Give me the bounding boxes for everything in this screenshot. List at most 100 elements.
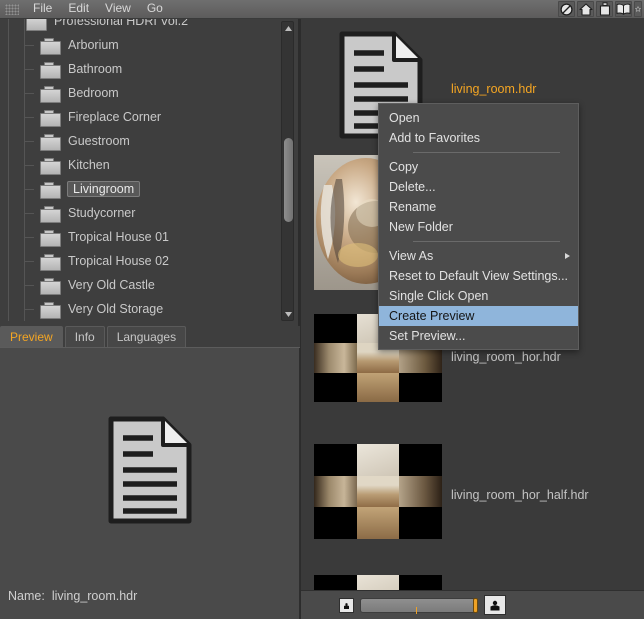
tree-branch-line — [24, 117, 34, 118]
container-icon[interactable] — [596, 1, 613, 17]
file-name-label[interactable]: living_room.hdr — [451, 82, 536, 96]
menu-view[interactable]: View — [97, 0, 139, 18]
toolbar-icons — [558, 1, 644, 17]
folder-icon — [40, 37, 61, 55]
triangle-down-icon[interactable] — [282, 308, 295, 320]
context-menu-item-label: View As — [389, 249, 434, 263]
grip-dots-icon[interactable] — [5, 3, 19, 15]
tree-branch-line — [24, 237, 34, 238]
document-icon — [108, 416, 192, 524]
context-menu[interactable]: Open Add to Favorites Copy Delete... Rename N… — [378, 103, 579, 350]
tree-item-guestroom[interactable]: Guestroom — [0, 129, 283, 153]
cross-cubemap-image-partial[interactable] — [314, 575, 442, 590]
bottom-tab-bar: Preview Info Languages — [0, 326, 300, 348]
folder-tree-panel[interactable]: Professional HDRI Vol.2 Arborium Bathroom… — [0, 19, 300, 326]
home-icon[interactable] — [577, 1, 594, 17]
tree-branch-line — [24, 45, 34, 46]
folder-icon — [26, 19, 47, 31]
menu-file[interactable]: File — [25, 0, 60, 18]
tree-branch-line — [24, 165, 34, 166]
file-name-label[interactable]: living_room_hor_half.hdr — [451, 488, 589, 502]
context-menu-item-new-folder[interactable]: New Folder — [379, 217, 578, 237]
context-menu-separator — [413, 152, 560, 153]
tree-branch-line — [24, 261, 34, 262]
context-menu-item-rename[interactable]: Rename — [379, 197, 578, 217]
tree-branch-line — [24, 141, 34, 142]
folder-icon — [40, 205, 61, 223]
tree-item-fireplace-corner[interactable]: Fireplace Corner — [0, 105, 283, 129]
tree-item-very-old-storage[interactable]: Very Old Storage — [0, 297, 283, 321]
submenu-arrow-icon — [565, 253, 570, 259]
tree-scrollbar[interactable] — [281, 21, 294, 321]
tree-item-label: Livingroom — [67, 181, 141, 197]
preview-name-row: Name: living_room.hdr — [8, 589, 137, 603]
tree-item-label: Tropical House 02 — [68, 254, 169, 268]
tree-item-label: Guestroom — [68, 134, 130, 148]
context-menu-item-label: Set Preview... — [389, 329, 466, 343]
folder-icon — [40, 253, 61, 271]
context-menu-item-create-preview[interactable]: Create Preview — [379, 306, 578, 326]
thumbnail-size-slider[interactable] — [360, 597, 478, 614]
preview-name-value: living_room.hdr — [51, 589, 138, 603]
tree-item-tropical-house-02[interactable]: Tropical House 02 — [0, 249, 283, 273]
context-menu-item-reset-to-default-view-settings[interactable]: Reset to Default View Settings... — [379, 266, 578, 286]
tree-root-item[interactable]: Professional HDRI Vol.2 — [0, 19, 283, 33]
context-menu-item-delete[interactable]: Delete... — [379, 177, 578, 197]
tree-branch-line — [24, 189, 34, 190]
tree-item-label: Bathroom — [68, 62, 123, 76]
tree-branch-line — [24, 213, 34, 214]
tree-item-tropical-house-01[interactable]: Tropical House 01 — [0, 225, 283, 249]
tab-languages[interactable]: Languages — [106, 326, 187, 347]
file-list-item[interactable]: living_room_hor_half.hdr — [301, 444, 644, 544]
folder-icon — [40, 109, 61, 127]
tree-item-bathroom[interactable]: Bathroom — [0, 57, 283, 81]
folder-icon — [40, 301, 61, 319]
context-menu-item-open[interactable]: Open — [379, 108, 578, 128]
tab-preview[interactable]: Preview — [0, 326, 63, 347]
context-menu-item-label: Add to Favorites — [389, 131, 481, 145]
context-menu-item-copy[interactable]: Copy — [379, 157, 578, 177]
menu-edit[interactable]: Edit — [60, 0, 97, 18]
menu-go[interactable]: Go — [139, 0, 171, 18]
tree-item-kitchen[interactable]: Kitchen — [0, 153, 283, 177]
tree-item-label: Fireplace Corner — [68, 110, 162, 124]
no-entry-icon[interactable] — [558, 1, 575, 17]
tree-item-label: Tropical House 01 — [68, 230, 169, 244]
slider-tick — [416, 606, 417, 614]
tree-branch-line — [24, 93, 34, 94]
folder-icon — [40, 181, 61, 199]
book-icon[interactable] — [615, 1, 632, 17]
context-menu-item-label: Open — [389, 111, 420, 125]
file-list-item[interactable] — [301, 575, 644, 590]
tree-item-label: Very Old Castle — [68, 278, 155, 292]
tree-item-very-old-castle[interactable]: Very Old Castle — [0, 273, 283, 297]
tree-scrollbar-thumb[interactable] — [284, 138, 293, 222]
small-thumbnail-icon[interactable] — [339, 597, 354, 613]
folder-icon — [40, 229, 61, 247]
context-menu-item-single-click-open[interactable]: Single Click Open — [379, 286, 578, 306]
tree-item-label: Very Old Storage — [68, 302, 164, 316]
context-menu-item-view-as[interactable]: View As — [379, 246, 578, 266]
preview-name-label: Name: — [8, 589, 45, 603]
thumbnail-size-bar — [301, 590, 644, 619]
star-icon[interactable] — [634, 1, 642, 17]
tree-item-label: Studycorner — [68, 206, 136, 220]
triangle-up-icon[interactable] — [282, 22, 295, 34]
tree-branch-line — [24, 285, 34, 286]
context-menu-item-label: Rename — [389, 200, 437, 214]
context-menu-item-set-preview[interactable]: Set Preview... — [379, 326, 578, 346]
tree-root-label: Professional HDRI Vol.2 — [54, 19, 189, 28]
preview-panel: Name: living_room.hdr — [0, 348, 300, 619]
tree-item-bedroom[interactable]: Bedroom — [0, 81, 283, 105]
slider-knob[interactable] — [473, 597, 478, 613]
context-menu-item-add-to-favorites[interactable]: Add to Favorites — [379, 128, 578, 148]
large-thumbnail-icon[interactable] — [484, 595, 506, 615]
file-name-label[interactable]: living_room_hor.hdr — [451, 350, 561, 364]
cross-cubemap-image[interactable] — [314, 444, 442, 539]
context-menu-item-label: Create Preview — [389, 309, 475, 323]
tab-info[interactable]: Info — [64, 326, 105, 347]
tree-item-studycorner[interactable]: Studycorner — [0, 201, 283, 225]
tree-item-livingroom[interactable]: Livingroom — [0, 177, 283, 201]
folder-icon — [40, 277, 61, 295]
tree-item-arborium[interactable]: Arborium — [0, 33, 283, 57]
